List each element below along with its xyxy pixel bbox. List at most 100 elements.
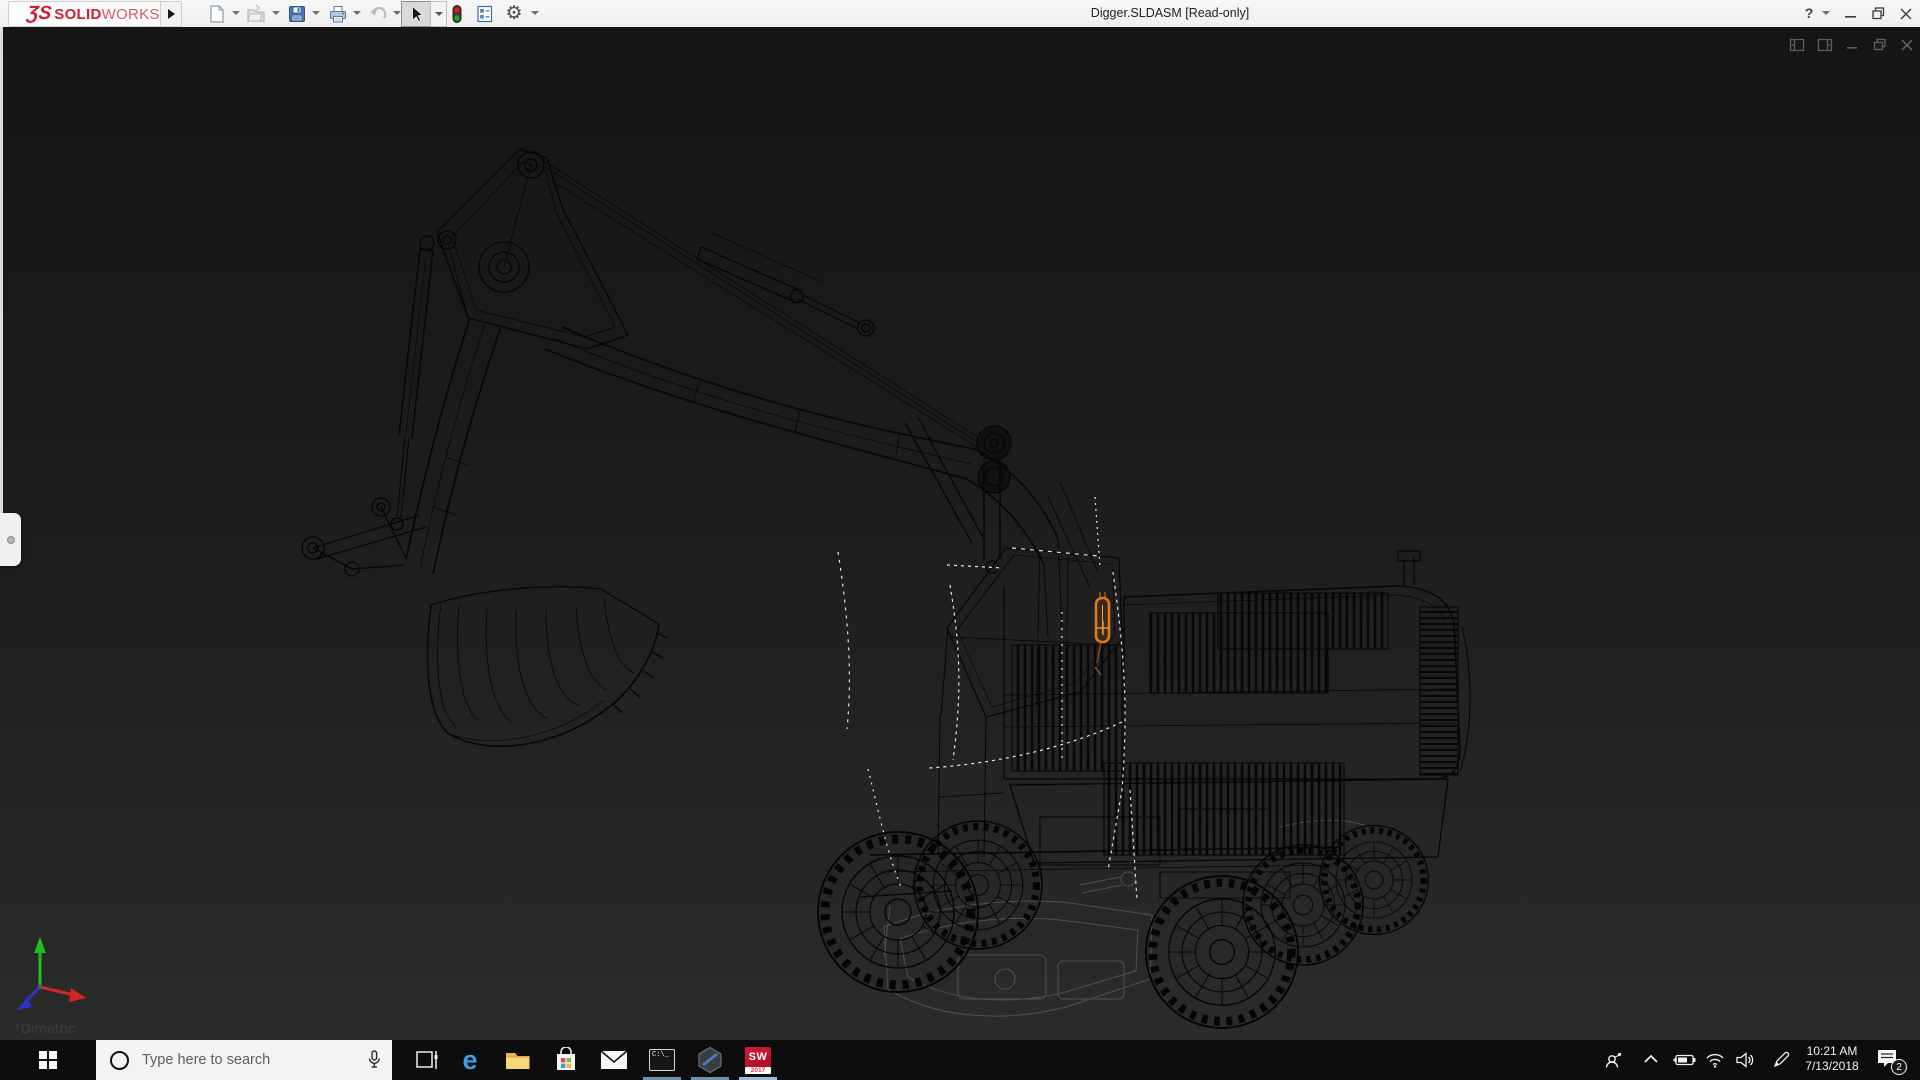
x-axis-arrow xyxy=(69,988,86,1002)
store-button[interactable] xyxy=(544,1040,588,1080)
child-restore-icon xyxy=(1873,38,1886,51)
brand-solid: SOLID xyxy=(54,5,102,23)
save-button[interactable] xyxy=(286,3,308,25)
store-icon xyxy=(557,1047,575,1070)
featuremanager-flyout-tab[interactable] xyxy=(0,513,21,566)
hidden-icons-button[interactable] xyxy=(1636,1040,1666,1080)
file-explorer-button[interactable] xyxy=(496,1040,540,1080)
file-properties-button[interactable] xyxy=(474,3,496,25)
tray-date: 7/13/2018 xyxy=(1805,1059,1859,1073)
pane-left-icon xyxy=(1789,38,1805,52)
restore-button[interactable] xyxy=(1865,0,1891,27)
microphone-icon[interactable] xyxy=(366,1050,382,1075)
minimize-button[interactable] xyxy=(1838,0,1864,27)
help-button[interactable]: ? xyxy=(1799,0,1819,27)
windows-ink-button[interactable] xyxy=(1766,1040,1796,1080)
tray-time: 10:21 AM xyxy=(1806,1044,1858,1058)
open-folder-icon xyxy=(247,4,265,22)
edge-button[interactable]: e xyxy=(448,1040,492,1080)
open-document-button[interactable] xyxy=(245,3,267,25)
options-button[interactable]: ⚙ xyxy=(503,3,525,25)
window-title: Digger.SLDASM [Read-only] xyxy=(1090,6,1250,20)
wifi-button[interactable] xyxy=(1700,1040,1730,1080)
child-close-icon xyxy=(1901,39,1913,51)
mail-button[interactable] xyxy=(592,1040,636,1080)
model-wireframe-digger xyxy=(17,148,1471,1040)
pane-left-button[interactable] xyxy=(1788,36,1806,54)
taskbar-search[interactable] xyxy=(96,1040,392,1080)
restore-icon xyxy=(1871,7,1884,20)
z-axis-arrow xyxy=(17,998,32,1010)
volume-button[interactable] xyxy=(1731,1040,1761,1080)
pane-right-button[interactable] xyxy=(1816,36,1834,54)
caret-icon xyxy=(434,12,443,16)
wireframe-edges xyxy=(301,148,1471,899)
speaker-icon xyxy=(1736,1052,1754,1068)
file-explorer-icon xyxy=(506,1053,530,1069)
windows-taskbar: e xyxy=(0,1040,1920,1080)
view-orientation-label: *Dimetric xyxy=(15,1020,76,1036)
edge-icon: e xyxy=(462,1044,478,1075)
command-prompt-icon: C:\_ xyxy=(649,1049,675,1071)
select-tool-button[interactable] xyxy=(401,1,431,27)
people-icon xyxy=(1605,1052,1622,1068)
task-view-icon xyxy=(416,1051,438,1069)
print-button[interactable] xyxy=(327,3,349,25)
brand-works: WORKS xyxy=(101,5,160,23)
save-dropdown[interactable] xyxy=(312,11,320,15)
undo-dropdown[interactable] xyxy=(393,11,401,15)
help-dropdown[interactable] xyxy=(1822,11,1830,15)
print-dropdown[interactable] xyxy=(353,11,361,15)
mail-icon xyxy=(600,1050,628,1069)
pane-right-icon xyxy=(1817,38,1833,52)
flyout-arrow-icon xyxy=(167,9,175,19)
options-dropdown[interactable] xyxy=(531,11,539,15)
pen-icon xyxy=(1773,1051,1790,1068)
graphics-area[interactable]: *Dimetric xyxy=(0,27,1920,1040)
close-button[interactable] xyxy=(1893,0,1919,27)
people-button[interactable] xyxy=(1599,1040,1629,1080)
new-document-dropdown[interactable] xyxy=(232,11,240,15)
solidworks-3s-glyph: ƷS xyxy=(25,3,53,24)
battery-charging-icon xyxy=(1673,1054,1696,1066)
gear-icon: ⚙ xyxy=(505,3,523,24)
child-restore-button[interactable] xyxy=(1871,36,1889,54)
select-tool-dropdown[interactable] xyxy=(430,1,447,27)
solidworks-logo: ƷS SOLID WORKS xyxy=(8,1,182,27)
solidworks-taskbar-button[interactable]: SW 2017 xyxy=(736,1040,780,1080)
command-prompt-button[interactable]: C:\_ xyxy=(640,1040,684,1080)
wifi-icon xyxy=(1706,1053,1724,1068)
3d-viewer-button[interactable] xyxy=(688,1040,732,1080)
printer-icon xyxy=(330,6,346,23)
featuremanager-collapsed-strip xyxy=(0,27,3,566)
save-floppy-icon xyxy=(289,6,305,22)
notification-badge: 2 xyxy=(1891,1059,1907,1075)
action-center-button[interactable]: 2 xyxy=(1872,1040,1912,1080)
task-view-button[interactable] xyxy=(406,1040,450,1080)
windows-logo-icon xyxy=(39,1051,57,1069)
file-properties-icon xyxy=(477,5,493,23)
child-minimize-button[interactable] xyxy=(1844,36,1862,54)
cortana-icon xyxy=(110,1050,129,1070)
child-close-button[interactable] xyxy=(1898,36,1916,54)
battery-button[interactable] xyxy=(1669,1040,1699,1080)
y-axis-arrow xyxy=(34,937,46,953)
undo-button[interactable] xyxy=(367,3,389,25)
chevron-up-icon xyxy=(1644,1054,1658,1063)
new-document-button[interactable] xyxy=(206,3,228,25)
tray-clock[interactable]: 10:21 AM 7/13/2018 xyxy=(1797,1044,1867,1074)
flyout-tab-dot-icon xyxy=(7,536,15,544)
solidworks-app-icon: SW 2017 xyxy=(745,1046,771,1074)
open-document-dropdown[interactable] xyxy=(272,11,280,15)
solidworks-window: ƷS SOLID WORKS ⚙ Digger.SLDASM [Read-onl… xyxy=(0,0,1920,1080)
close-icon xyxy=(1900,7,1912,20)
3d-viewer-hexagon-icon xyxy=(698,1046,722,1074)
undo-arrow-icon xyxy=(370,6,387,19)
title-bar: ƷS SOLID WORKS ⚙ Digger.SLDASM [Read-onl… xyxy=(0,0,1920,28)
search-input[interactable] xyxy=(140,1051,344,1069)
start-button[interactable] xyxy=(0,1040,96,1080)
minimize-icon xyxy=(1845,15,1856,18)
menu-flyout-button[interactable] xyxy=(160,2,181,26)
select-cursor-icon xyxy=(412,5,424,23)
rebuild-button[interactable] xyxy=(446,3,468,25)
